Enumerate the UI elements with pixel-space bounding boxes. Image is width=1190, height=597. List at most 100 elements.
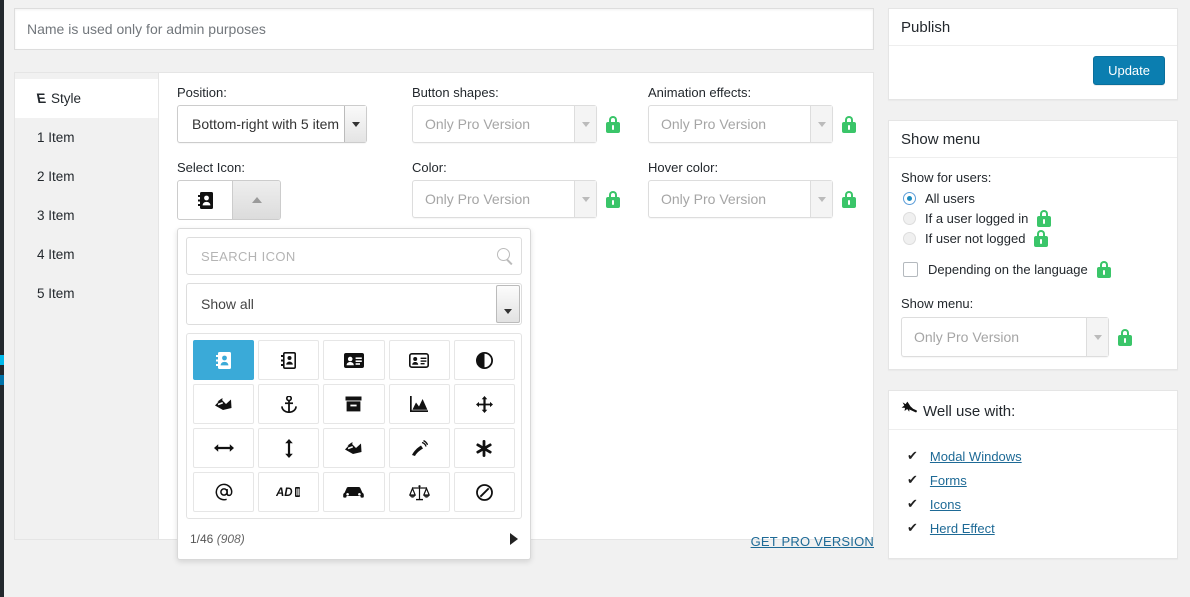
hover-color-select[interactable]: Only Pro Version	[648, 180, 833, 218]
radio-row-all-users[interactable]: All users	[903, 188, 1165, 208]
button-shapes-select[interactable]: Only Pro Version	[412, 105, 597, 143]
publish-box: Publish Update	[888, 8, 1178, 100]
chevron-down-icon[interactable]	[496, 285, 520, 323]
tab-item-4[interactable]: 4 Item	[15, 235, 158, 274]
icon-search-input[interactable]	[199, 247, 487, 265]
well-use-with-body: ✔ Modal Windows ✔ Forms ✔ Icons ✔ Herd E…	[889, 430, 1177, 558]
post-title-input[interactable]	[25, 20, 863, 38]
position-value: Bottom-right with 5 item	[192, 116, 340, 132]
tab-style-label: Style	[51, 91, 82, 106]
icon-cell-adn[interactable]	[193, 384, 255, 424]
icon-page-label: 1/46	[190, 532, 214, 546]
chevron-down-icon[interactable]	[1086, 318, 1108, 356]
icon-cell-assistive-listening-systems[interactable]	[323, 428, 385, 468]
chevron-down-icon[interactable]	[574, 106, 596, 142]
link-modal-windows[interactable]: Modal Windows	[930, 449, 1022, 464]
chevron-down-icon[interactable]	[810, 106, 832, 142]
show-menu-select-label: Show menu:	[901, 296, 974, 311]
lock-icon	[1037, 209, 1052, 227]
icon-cell-arrows-h[interactable]	[193, 428, 255, 468]
show-menu-box: Show menu Show for users: All users If a…	[888, 120, 1178, 370]
wp-admin-sidebar-edge	[0, 0, 4, 597]
sidebar: Publish Update Show menu Show for users:…	[888, 8, 1178, 579]
publish-box-body: Update	[889, 46, 1177, 99]
tab-item-1[interactable]: 1 Item	[15, 118, 158, 157]
icon-cell-ban[interactable]	[453, 472, 515, 512]
chevron-up-icon[interactable]	[232, 181, 280, 219]
lock-icon	[842, 115, 856, 133]
sidebar-highlight-1	[0, 355, 4, 365]
icon-cell-arrows-v[interactable]	[258, 428, 320, 468]
check-icon: ✔	[907, 496, 918, 511]
style-icon: Ǝ	[37, 91, 47, 106]
icon-category-select[interactable]: Show all	[186, 283, 522, 325]
tab-item-5-label: 5 Item	[37, 286, 75, 301]
tab-item-1-label: 1 Item	[37, 130, 75, 145]
position-label: Position:	[177, 85, 227, 100]
show-menu-box-body: Show for users: All users If a user logg…	[889, 158, 1177, 369]
radio-user-not-logged[interactable]	[903, 231, 916, 245]
tab-item-3[interactable]: 3 Item	[15, 196, 158, 235]
chevron-down-icon[interactable]	[574, 181, 596, 217]
sidebar-highlight-2	[0, 375, 4, 385]
chevron-down-icon[interactable]	[810, 181, 832, 217]
icon-cell-automobile[interactable]	[323, 472, 385, 512]
icon-cell-address-book[interactable]	[193, 340, 255, 380]
icon-cell-anchor[interactable]	[258, 384, 320, 424]
color-value: Only Pro Version	[425, 191, 531, 207]
main-column: Ǝ Style 1 Item 2 Item 3 Item 4 Item 5 Ite…	[14, 0, 874, 560]
link-forms[interactable]: Forms	[930, 473, 967, 488]
icon-cell-archive[interactable]	[323, 384, 385, 424]
field-hover-color: Hover color: Only Pro Version	[648, 160, 856, 218]
radio-user-not-logged-label: If user not logged	[925, 230, 1026, 246]
icon-picker-pagination: 1/46 (908)	[190, 532, 245, 546]
check-icon: ✔	[907, 448, 918, 463]
icon-cell-address-card[interactable]	[323, 340, 385, 380]
icon-cell-arrows[interactable]	[453, 384, 515, 424]
language-checkbox-row[interactable]: Depending on the language	[903, 261, 1165, 278]
link-herd-effect[interactable]: Herd Effect	[930, 521, 995, 536]
show-menu-select[interactable]: Only Pro Version	[901, 317, 1109, 357]
icon-cell-audio-description[interactable]	[388, 428, 450, 468]
language-checkbox[interactable]	[903, 262, 918, 277]
well-use-with-title: Well use with:	[923, 403, 1016, 420]
icon-cell-at[interactable]	[193, 472, 255, 512]
get-pro-version-link[interactable]: GET PRO VERSION	[751, 534, 874, 549]
icon-cell-audio-description-ad[interactable]: AD	[258, 472, 320, 512]
radio-all-users[interactable]	[903, 191, 916, 205]
lock-icon	[1034, 229, 1049, 247]
icon-cell-asterisk[interactable]	[453, 428, 515, 468]
select-icon-label: Select Icon:	[177, 160, 245, 175]
color-select[interactable]: Only Pro Version	[412, 180, 597, 218]
tab-item-2[interactable]: 2 Item	[15, 157, 158, 196]
position-select[interactable]: Bottom-right with 5 item	[177, 105, 367, 143]
select-icon-trigger[interactable]	[177, 180, 281, 220]
next-page-arrow-icon[interactable]	[510, 533, 518, 545]
chevron-down-icon[interactable]	[344, 106, 366, 142]
tab-item-3-label: 3 Item	[37, 208, 75, 223]
list-item: ✔ Icons	[907, 492, 1165, 516]
show-menu-box-title: Show menu	[889, 121, 1177, 158]
radio-user-logged-in[interactable]	[903, 211, 916, 225]
radio-row-user-logged-in[interactable]: If a user logged in	[903, 208, 1165, 228]
icon-cell-adjust[interactable]	[453, 340, 515, 380]
field-position: Position: Bottom-right with 5 item	[177, 85, 367, 143]
list-item: ✔ Herd Effect	[907, 516, 1165, 540]
settings-panel: Ǝ Style 1 Item 2 Item 3 Item 4 Item 5 Ite…	[14, 72, 874, 560]
animation-effects-select[interactable]: Only Pro Version	[648, 105, 833, 143]
address-book-icon	[178, 181, 232, 219]
link-icons[interactable]: Icons	[930, 497, 961, 512]
tab-item-5[interactable]: 5 Item	[15, 274, 158, 313]
language-checkbox-label: Depending on the language	[928, 262, 1088, 277]
icon-cell-address-card-o[interactable]	[388, 340, 450, 380]
icon-cell-area-chart[interactable]	[388, 384, 450, 424]
post-title-box	[14, 8, 874, 50]
radio-row-user-not-logged[interactable]: If user not logged	[903, 228, 1165, 248]
svg-text:AD: AD	[276, 487, 293, 498]
lock-icon	[606, 115, 620, 133]
icon-cell-address-book-o[interactable]	[258, 340, 320, 380]
tab-style[interactable]: Ǝ Style	[15, 79, 158, 118]
search-icon	[497, 248, 510, 261]
update-button[interactable]: Update	[1093, 56, 1165, 85]
icon-cell-balance-scale[interactable]	[388, 472, 450, 512]
